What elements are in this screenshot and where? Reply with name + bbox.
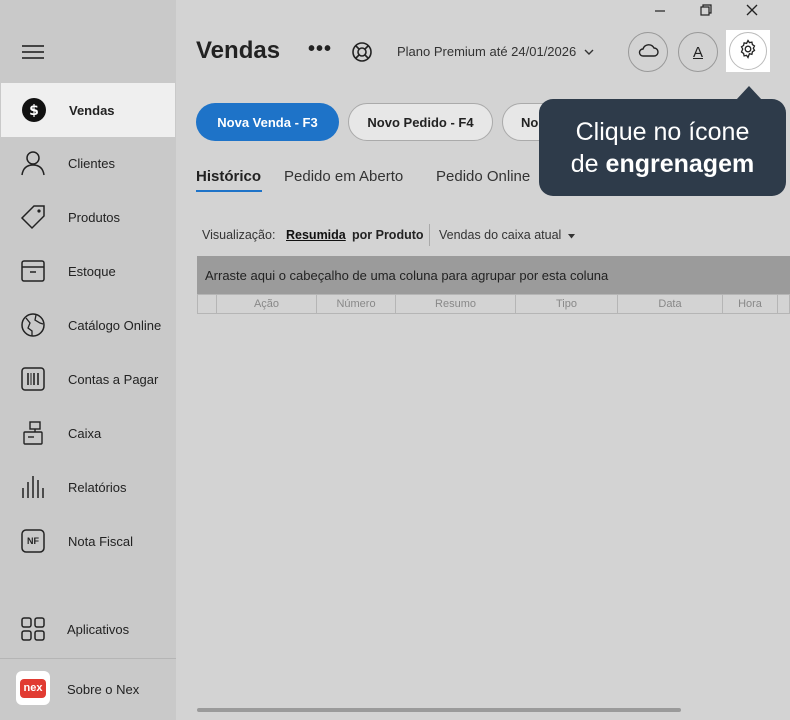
sidebar-item-sobre[interactable]: nex Sobre o Nex <box>0 662 176 716</box>
view-resumida[interactable]: Resumida <box>286 228 346 242</box>
sidebar-item-contas-a-pagar[interactable]: Contas a Pagar <box>0 352 176 406</box>
sidebar-item-aplicativos[interactable]: Aplicativos <box>0 602 176 656</box>
minimize-icon[interactable] <box>653 3 667 20</box>
cloud-icon <box>637 42 659 63</box>
sidebar-item-label: Caixa <box>68 425 102 441</box>
tab-historico[interactable]: Histórico <box>196 168 261 185</box>
tooltip-line2: de engrenagem <box>570 150 755 178</box>
svg-text:$: $ <box>29 103 39 119</box>
sidebar-item-catalogo-online[interactable]: Catálogo Online <box>0 298 176 352</box>
font-size-button[interactable]: A <box>678 32 718 72</box>
cloud-sync-button[interactable] <box>628 32 668 72</box>
font-size-label: A <box>692 43 703 61</box>
column-header-tipo[interactable]: Tipo <box>516 295 618 313</box>
sidebar-item-clientes[interactable]: Clientes <box>0 136 176 190</box>
sidebar-item-label: Contas a Pagar <box>68 371 159 387</box>
grid-select-column[interactable] <box>198 295 217 313</box>
gear-hint-tooltip: Clique no ícone de engrenagem <box>539 99 786 196</box>
box-icon <box>20 258 46 284</box>
column-header-data[interactable]: Data <box>618 295 723 313</box>
tab-pedido-online[interactable]: Pedido Online <box>436 168 530 185</box>
globe-icon <box>20 312 46 338</box>
sidebar-item-label: Produtos <box>68 209 121 225</box>
sidebar-item-nota-fiscal[interactable]: NF Nota Fiscal <box>0 514 176 568</box>
nf-icon: NF <box>20 528 46 554</box>
group-drop-area[interactable]: Arraste aqui o cabeçalho de uma coluna p… <box>197 256 790 294</box>
view-label: Visualização: <box>202 228 276 242</box>
tooltip-arrow <box>736 86 762 100</box>
more-options-icon[interactable]: ••• <box>308 38 332 61</box>
novo-pedido-button[interactable]: Novo Pedido - F4 <box>348 103 493 141</box>
dollar-circle-icon: $ <box>21 97 47 123</box>
column-header-numero[interactable]: Número <box>317 295 396 313</box>
sidebar-item-label: Sobre o Nex <box>67 681 140 697</box>
tooltip-line1: Clique no ícone <box>575 118 750 146</box>
person-icon <box>20 150 46 176</box>
grid-header: Ação Número Resumo Tipo Data Hora <box>197 294 790 314</box>
sidebar-item-label: Nota Fiscal <box>68 533 134 549</box>
settings-button[interactable] <box>726 30 770 72</box>
column-header-acao[interactable]: Ação <box>217 295 317 313</box>
page-title: Vendas <box>196 37 281 64</box>
plan-label: Plano Premium até 24/01/2026 <box>397 44 577 59</box>
caixa-filter-dropdown[interactable]: Vendas do caixa atual <box>439 228 575 242</box>
nex-logo: nex <box>16 671 50 705</box>
chevron-down-icon <box>584 44 594 59</box>
sidebar-divider <box>0 658 176 659</box>
restore-icon[interactable] <box>699 3 713 20</box>
group-hint-text: Arraste aqui o cabeçalho de uma coluna p… <box>205 267 609 283</box>
caixa-filter-label: Vendas do caixa atual <box>439 228 562 242</box>
plan-selector[interactable]: Plano Premium até 24/01/2026 <box>397 44 594 59</box>
sidebar-item-label: Catálogo Online <box>68 317 162 333</box>
sidebar-item-produtos[interactable]: Produtos <box>0 190 176 244</box>
gear-icon <box>738 38 758 64</box>
sidebar-item-label: Vendas <box>69 102 115 118</box>
tag-icon <box>20 204 46 230</box>
sidebar-item-label: Clientes <box>68 155 115 171</box>
nova-venda-button[interactable]: Nova Venda - F3 <box>196 103 339 141</box>
bars-icon <box>20 474 46 500</box>
tab-pedido-em-aberto[interactable]: Pedido em Aberto <box>284 168 403 185</box>
grid-icon <box>20 616 46 642</box>
barcode-icon <box>20 366 46 392</box>
settings-ring <box>729 32 767 70</box>
sidebar-item-label: Estoque <box>68 263 116 279</box>
nf-icon-text: NF <box>27 536 39 546</box>
sidebar-item-vendas[interactable]: $ Vendas <box>1 83 175 137</box>
close-icon[interactable] <box>745 3 759 20</box>
view-separator <box>429 224 430 246</box>
sidebar-item-label: Relatórios <box>68 479 127 495</box>
sidebar-item-relatorios[interactable]: Relatórios <box>0 460 176 514</box>
horizontal-scrollbar[interactable] <box>197 708 681 712</box>
help-lifebuoy-icon[interactable] <box>351 41 373 68</box>
sidebar-item-caixa[interactable]: Caixa <box>0 406 176 460</box>
column-header-resumo[interactable]: Resumo <box>396 295 516 313</box>
active-tab-indicator <box>196 190 262 192</box>
caret-down-icon <box>567 228 575 242</box>
cash-register-icon <box>20 420 46 446</box>
sidebar-item-estoque[interactable]: Estoque <box>0 244 176 298</box>
column-header-hora[interactable]: Hora <box>723 295 778 313</box>
sidebar-item-label: Aplicativos <box>67 621 130 637</box>
sidebar: $ Vendas Clientes Produtos Estoque Catál… <box>0 0 176 720</box>
hamburger-icon[interactable] <box>22 45 44 61</box>
view-por-produto[interactable]: por Produto <box>352 228 424 242</box>
